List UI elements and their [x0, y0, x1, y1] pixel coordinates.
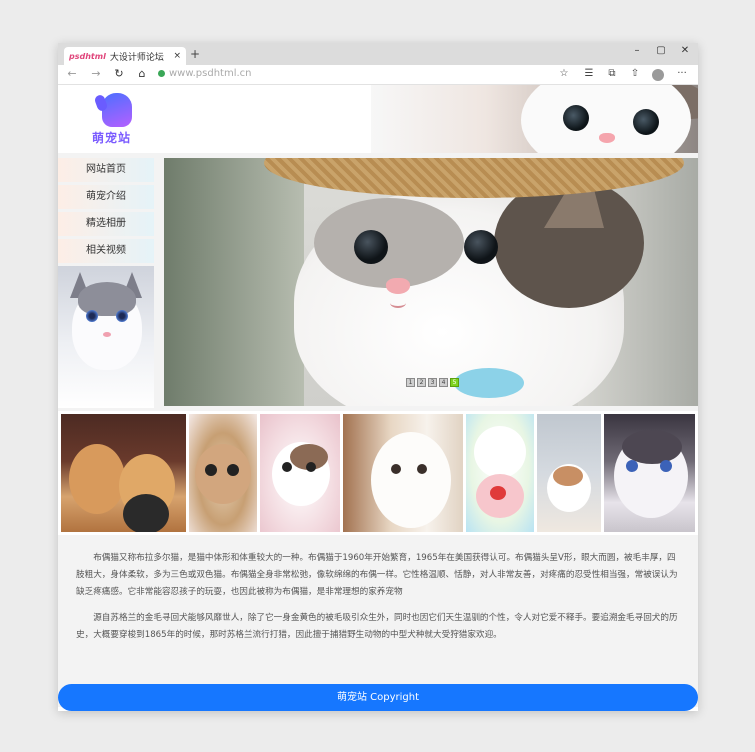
gallery-image[interactable]: [604, 414, 695, 532]
secure-icon: [158, 70, 165, 77]
menu-item-pet-intro[interactable]: 萌宠介绍: [58, 185, 154, 209]
paragraph-golden-retriever: 源自苏格兰的金毛寻回犬能够风靡世人，除了它一身金黄色的被毛吸引众生外，同时也因它…: [76, 613, 678, 640]
tab-bar: psdhtml 大设计师论坛 × + – ▢ ✕: [58, 43, 698, 65]
collections-icon[interactable]: ⧉: [604, 68, 620, 79]
menu-item-album[interactable]: 精选相册: [58, 212, 154, 236]
minimize-button[interactable]: –: [626, 45, 648, 56]
site-logo[interactable]: 萌宠站: [88, 93, 148, 149]
forward-icon[interactable]: →: [88, 67, 104, 80]
gallery-image[interactable]: [61, 414, 186, 532]
site-header: 萌宠站: [58, 85, 698, 153]
site-favicon-icon: psdhtml: [69, 51, 106, 61]
carousel-dot-1[interactable]: 1: [406, 378, 415, 387]
favorites-icon[interactable]: ☰: [581, 68, 597, 79]
logo-text: 萌宠站: [92, 131, 132, 145]
sidebar-cat-image: [58, 266, 154, 408]
url-field[interactable]: www.psdhtml.cn: [158, 68, 252, 79]
address-bar: ← → ↻ ⌂ www.psdhtml.cn ☆ ☰ ⧉ ⇧ ···: [58, 65, 698, 85]
header-cat-image: [371, 85, 698, 153]
profile-icon[interactable]: [652, 69, 664, 81]
gallery-image[interactable]: [343, 414, 463, 532]
tab-title: 大设计师论坛: [109, 52, 164, 63]
gallery-image[interactable]: [260, 414, 340, 532]
browser-window: psdhtml 大设计师论坛 × + – ▢ ✕ ← → ↻ ⌂ www.psd…: [58, 43, 698, 711]
carousel-dot-4[interactable]: 4: [439, 378, 448, 387]
browser-tab[interactable]: psdhtml 大设计师论坛 ×: [64, 47, 186, 65]
menu-item-home[interactable]: 网站首页: [58, 158, 154, 182]
url-text: www.psdhtml.cn: [169, 68, 252, 79]
sidebar-menu: 网站首页 萌宠介绍 精选相册 相关视频: [58, 158, 154, 408]
home-icon[interactable]: ⌂: [134, 67, 150, 80]
gallery-image[interactable]: [537, 414, 601, 532]
reload-icon[interactable]: ↻: [111, 67, 127, 80]
carousel-dots: 1 2 3 4 5: [406, 378, 459, 387]
share-icon[interactable]: ⇧: [627, 68, 643, 79]
new-tab-button[interactable]: +: [190, 47, 200, 61]
gallery-image[interactable]: [189, 414, 257, 532]
gallery-image[interactable]: [466, 414, 534, 532]
back-icon[interactable]: ←: [64, 67, 80, 80]
close-window-button[interactable]: ✕: [674, 45, 696, 56]
banner-carousel[interactable]: 1 2 3 4 5: [164, 158, 698, 406]
maximize-button[interactable]: ▢: [650, 45, 672, 56]
star-icon[interactable]: ☆: [556, 68, 572, 79]
paragraph-ragdoll: 布偶猫又称布拉多尔猫，是猫中体形和体重较大的一种。布偶猫于1960年开始繁育，1…: [76, 553, 678, 597]
tab-close-icon[interactable]: ×: [173, 51, 181, 61]
photo-gallery: [58, 411, 698, 535]
carousel-dot-3[interactable]: 3: [428, 378, 437, 387]
web-page: 萌宠站 网站首页 萌宠介绍 精选相册 相关视频 1 2 3 4 5 布偶猫又称布…: [58, 85, 698, 711]
carousel-dot-2[interactable]: 2: [417, 378, 426, 387]
more-icon[interactable]: ···: [674, 68, 690, 79]
dog-logo-icon: [102, 93, 132, 127]
site-footer: 萌宠站 Copyright: [58, 684, 698, 711]
menu-item-videos[interactable]: 相关视频: [58, 239, 154, 263]
carousel-dot-5[interactable]: 5: [450, 378, 459, 387]
